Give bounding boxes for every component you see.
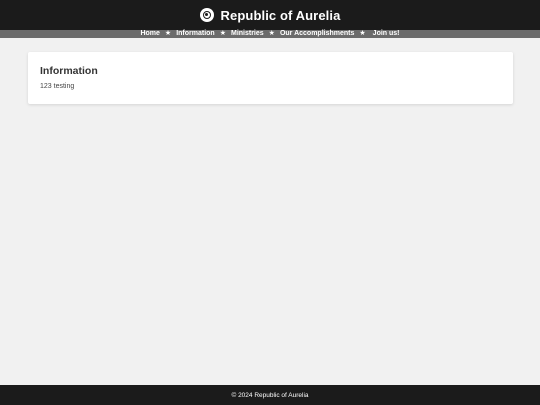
page: Republic of Aurelia Home ★ Information ★… (0, 0, 540, 405)
star-icon: ★ (219, 30, 226, 37)
star-icon: ★ (359, 30, 366, 37)
emblem-icon (199, 8, 214, 22)
site-header: Republic of Aurelia (0, 0, 540, 30)
star-icon: ★ (268, 30, 275, 37)
card-text: 123 testing (40, 83, 75, 90)
nav-link-accomplishments[interactable]: Our Accomplishments (280, 30, 354, 38)
site-footer: © 2024 Republic of Aurelia (0, 385, 540, 405)
nav-link-ministries[interactable]: Ministries (231, 30, 264, 38)
main-nav: Home ★ Information ★ Ministries ★ Our Ac… (0, 30, 540, 38)
card-title: Information (40, 65, 98, 77)
star-icon: ★ (164, 30, 172, 37)
nav-link-information[interactable]: Information (176, 30, 215, 38)
info-card: Information 123 testing (28, 52, 513, 104)
site-title: Republic of Aurelia (220, 7, 341, 23)
nav-link-join[interactable]: Join us! (373, 30, 400, 38)
footer-copyright: © 2024 Republic of Aurelia (231, 391, 309, 399)
nav-link-home[interactable]: Home (140, 30, 159, 38)
